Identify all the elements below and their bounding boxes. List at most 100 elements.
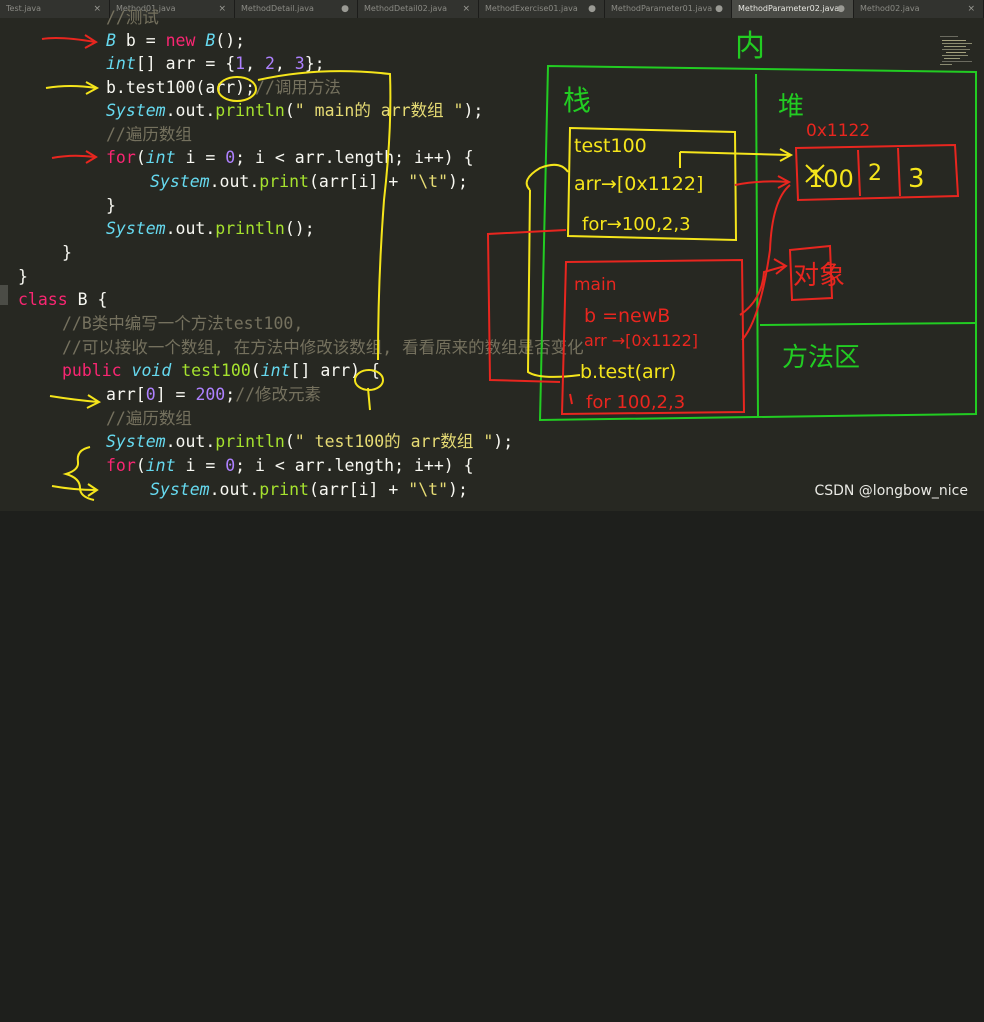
code-type: System [150,172,210,191]
code-line: //遍历数组 [106,407,192,431]
code-type: B [195,31,216,50]
code-text: (arr[i] + [308,480,409,499]
code-text: ( [135,148,146,167]
code-text: ( [250,361,261,380]
code-text: i = [175,148,226,167]
source-code[interactable]: //测试 B b = new B(); int[] arr = {1, 2, 3… [0,8,584,1022]
tab-methoddetail-java[interactable]: MethodDetail.java ● [235,0,358,18]
code-number: 0 [225,456,236,475]
code-text: [] arr) { [290,361,380,380]
code-line: } [62,241,72,265]
code-text: (); [284,219,315,238]
code-line: System.out.println(" test100的 arr数组 "); [106,430,513,454]
tab-modified-dot-icon[interactable]: ● [837,0,845,18]
code-text: ( [284,101,295,120]
code-comment: //可以接收一个数组, 在方法中修改该数组, 看看原来的数组是否变化 [62,338,584,357]
tab-methodexercise01-java[interactable]: MethodExercise01.java ● [479,0,605,18]
code-comment: //修改元素 [235,385,322,404]
code-text: ); [448,172,468,191]
code-function: println [215,432,285,451]
code-comment: //调用方法 [255,78,341,97]
code-line: } [106,194,116,218]
tab-methoddetail02-java[interactable]: MethodDetail02.java × [358,0,479,18]
code-text: [] arr = { [135,54,236,73]
code-text: b.test100(arr); [106,78,256,97]
code-text: i = [175,456,226,475]
code-string: "\t" [408,480,449,499]
code-text: .out. [165,432,216,451]
code-type: System [106,432,166,451]
code-text: { [97,290,108,309]
code-text: , [245,54,265,73]
code-line: //遍历数组 [106,123,192,147]
code-keyword: public [62,361,122,380]
code-type: int [106,54,136,73]
code-text: arr[ [106,385,146,404]
code-text: ] = [155,385,196,404]
tab-methodparameter01-java[interactable]: MethodParameter01.java ● [605,0,732,18]
code-line: public void test100(int[] arr) { [62,359,380,383]
code-function: test100 [181,361,251,380]
tab-methodparameter02-java[interactable]: MethodParameter02.java ● [732,0,854,18]
code-comment: //遍历数组 [106,125,192,144]
code-keyword: for [106,456,136,475]
code-function: print [259,172,309,191]
tab-modified-dot-icon[interactable]: ● [588,0,596,18]
minimap[interactable] [938,34,978,94]
code-string: "\t" [408,172,449,191]
code-keyword: for [106,148,136,167]
tab-close-icon[interactable]: × [462,0,470,18]
tab-method02-java[interactable]: Method02.java × [854,0,984,18]
code-line: //可以接收一个数组, 在方法中修改该数组, 看看原来的数组是否变化 [62,336,584,360]
code-text: b = [115,31,166,50]
tab-close-icon[interactable]: × [967,0,975,18]
code-line: b.test100(arr);//调用方法 [106,76,341,100]
code-text: B [67,290,98,309]
code-text: (arr[i] + [308,172,409,191]
code-function: println [215,219,285,238]
tab-modified-dot-icon[interactable]: ● [715,0,723,18]
code-editor[interactable]: //测试 B b = new B(); int[] arr = {1, 2, 3… [0,8,984,511]
code-line: System.out.println(); [106,217,315,241]
tab-label: MethodExercise01.java [485,4,578,13]
tab-label: MethodDetail.java [241,4,314,13]
code-text: , [274,54,295,73]
code-text: ( [284,432,295,451]
code-type: int [145,148,176,167]
code-line: class B { [18,288,107,312]
code-type: System [106,219,166,238]
code-line: System.out.print(arr[i] + "\t"); [150,170,468,194]
code-keyword: new [165,31,196,50]
code-comment: //遍历数组 [106,409,192,428]
code-text: .out. [209,480,260,499]
code-keyword: class [18,290,68,309]
tab-label: Test.java [6,4,42,13]
tab-label: MethodParameter01.java [611,4,713,13]
code-line: for(int i = 0; i < arr.length; i++) { [106,454,474,478]
code-number: 200 [195,385,226,404]
tab-label: MethodParameter02.java [738,4,840,13]
code-line: } [18,265,28,289]
code-line: System.out.print(arr[i] + "\t"); [150,478,468,502]
tab-close-icon[interactable]: × [218,0,226,18]
code-text: .out. [165,219,216,238]
code-function: print [259,480,309,499]
code-text: ( [135,456,146,475]
code-number: 1 [235,54,246,73]
tab-test-java[interactable]: Test.java × [0,0,110,18]
tab-label: MethodDetail02.java [364,4,448,13]
tab-close-icon[interactable]: × [93,0,101,18]
code-text: ; i < arr.length; i++) { [235,456,474,475]
code-line: //B类中编写一个方法test100, [62,312,303,336]
tab-modified-dot-icon[interactable]: ● [341,0,349,18]
code-text: ); [448,480,468,499]
code-type: void [131,361,172,380]
csdn-watermark: CSDN @longbow_nice [814,483,968,499]
code-comment: //B类中编写一个方法test100, [62,314,304,333]
code-number: 3 [294,54,305,73]
code-line: int[] arr = {1, 2, 3}; [106,52,325,76]
code-function: println [215,101,285,120]
code-text: } [106,196,116,215]
code-text: }; [304,54,325,73]
code-type: System [150,480,210,499]
